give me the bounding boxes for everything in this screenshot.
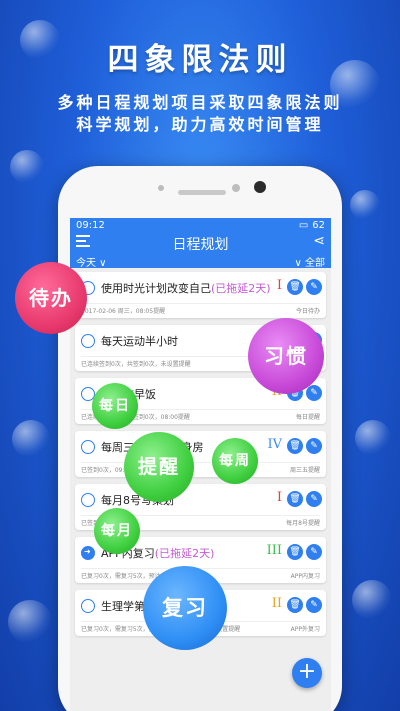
trash-icon: 🗑 xyxy=(289,600,301,610)
task-meta-type: 今日待办 xyxy=(295,308,320,315)
task-meta-type: 周三五提醒 xyxy=(289,467,320,474)
edit-task-button[interactable]: ✎ xyxy=(306,491,322,507)
todo-bubble: 待办 xyxy=(15,262,87,334)
hero-subtitle-line1: 多种日程规划项目采取四象限法则 xyxy=(57,93,343,112)
status-bar: 09:12 ▭ 62 xyxy=(70,218,331,232)
review-bubble: 复习 xyxy=(143,566,227,650)
habit-bubble: 习惯 xyxy=(248,318,324,394)
trash-icon: 🗑 xyxy=(289,547,301,557)
delete-task-button[interactable]: 🗑 xyxy=(287,438,303,454)
remind-bubble-label: 提醒 xyxy=(137,456,180,478)
task-meta-detail: 2017-02-06 周三，08:05提醒 xyxy=(81,308,166,315)
filter-all-dropdown[interactable]: ∨ 全部 xyxy=(295,254,326,269)
phone-sensor-dot xyxy=(232,184,240,192)
edit-task-button[interactable]: ✎ xyxy=(306,544,322,560)
task-priority-level: I xyxy=(276,490,282,505)
status-time: 09:12 xyxy=(76,219,105,231)
task-priority-level: III xyxy=(266,543,282,558)
edit-task-button[interactable]: ✎ xyxy=(306,385,322,401)
task-priority-level: IV xyxy=(267,437,282,452)
task-meta-detail: 已连续签到0次，共签到0次，未设置提醒 xyxy=(81,361,191,368)
edit-icon: ✎ xyxy=(310,494,318,504)
edit-icon: ✎ xyxy=(310,547,318,557)
task-title-text: 使用时光计划改变自己 xyxy=(101,282,211,295)
task-delay: (已拖延2天) xyxy=(154,547,215,560)
todo-bubble-label: 待办 xyxy=(29,286,73,310)
edit-icon: ✎ xyxy=(310,441,318,451)
task-card[interactable]: 使用时光计划改变自己(已拖延2天) I 🗑 ✎ 2017-02-06 周三，08:05提… xyxy=(75,272,326,318)
task-meta: 已签到0次，09:00提醒 周三五提醒 xyxy=(81,462,320,474)
hero-title: 四象限法则 xyxy=(107,42,293,78)
remind-bubble: 提醒 xyxy=(124,432,194,502)
app-title: 日程规划 xyxy=(172,237,229,253)
toolbar: 日程规划 ⋖ xyxy=(70,232,331,254)
task-meta: 2017-02-06 周三，08:05提醒 今日待办 xyxy=(81,303,320,315)
task-card[interactable]: 每周三,周五去健身房IV🗑✎已签到0次，09:00提醒周三五提醒 xyxy=(75,431,326,477)
monthly-bubble-label: 每月 xyxy=(101,523,133,539)
task-meta-type: 每月8号提醒 xyxy=(286,520,320,527)
task-title: 每天运动半小时 xyxy=(101,333,178,349)
edit-task-button[interactable]: ✎ xyxy=(306,279,322,295)
share-icon[interactable]: ⋖ xyxy=(313,233,325,249)
edit-icon: ✎ xyxy=(310,388,318,398)
task-checkbox[interactable] xyxy=(81,546,95,560)
phone-camera xyxy=(254,181,266,193)
task-checkbox[interactable] xyxy=(81,334,95,348)
task-priority-level: II xyxy=(271,596,282,611)
phone-sensor xyxy=(158,185,164,191)
hero-subtitle: 多种日程规划项目采取四象限法则 科学规划，助力高效时间管理 xyxy=(0,92,400,136)
edit-task-button[interactable]: ✎ xyxy=(306,597,322,613)
task-title-text: 每天运动半小时 xyxy=(101,335,178,348)
review-bubble-label: 复习 xyxy=(162,596,208,620)
filter-bar: 今天 ∨ ∨ 全部 xyxy=(70,254,331,269)
status-battery: 62 xyxy=(312,219,325,231)
edit-icon: ✎ xyxy=(310,600,318,610)
weekly-bubble: 每周 xyxy=(212,438,258,484)
delete-task-button[interactable]: 🗑 xyxy=(287,597,303,613)
task-delay: (已拖延2天) xyxy=(211,282,271,295)
edit-icon: ✎ xyxy=(310,282,318,292)
edit-task-button[interactable]: ✎ xyxy=(306,438,322,454)
delete-task-button[interactable]: 🗑 xyxy=(287,279,303,295)
add-task-button[interactable]: + xyxy=(292,658,322,688)
task-checkbox[interactable] xyxy=(81,493,95,507)
battery-icon: ▭ xyxy=(298,219,309,231)
delete-task-button[interactable]: 🗑 xyxy=(287,544,303,560)
task-meta-type: APP内复习 xyxy=(290,573,320,580)
task-priority-level: I xyxy=(276,278,282,293)
task-meta-type: APP外复习 xyxy=(290,626,320,633)
trash-icon: 🗑 xyxy=(289,494,301,504)
trash-icon: 🗑 xyxy=(289,282,301,292)
daily-bubble: 每日 xyxy=(92,383,138,429)
filter-today-dropdown[interactable]: 今天 ∨ xyxy=(76,254,107,269)
task-checkbox[interactable] xyxy=(81,440,95,454)
hero-subtitle-line2: 科学规划，助力高效时间管理 xyxy=(76,115,324,134)
task-checkbox[interactable] xyxy=(81,599,95,613)
trash-icon: 🗑 xyxy=(289,441,301,451)
task-title: 使用时光计划改变自己(已拖延2天) xyxy=(101,280,271,296)
app-bar: 09:12 ▭ 62 日程规划 ⋖ 今天 ∨ ∨ 全部 xyxy=(70,218,331,269)
phone-speaker xyxy=(178,190,226,195)
habit-bubble-label: 习惯 xyxy=(264,344,308,368)
task-meta-type: 每日提醒 xyxy=(295,414,320,421)
monthly-bubble: 每月 xyxy=(94,508,140,554)
daily-bubble-label: 每日 xyxy=(99,398,131,414)
weekly-bubble-label: 每周 xyxy=(219,453,251,469)
delete-task-button[interactable]: 🗑 xyxy=(287,491,303,507)
